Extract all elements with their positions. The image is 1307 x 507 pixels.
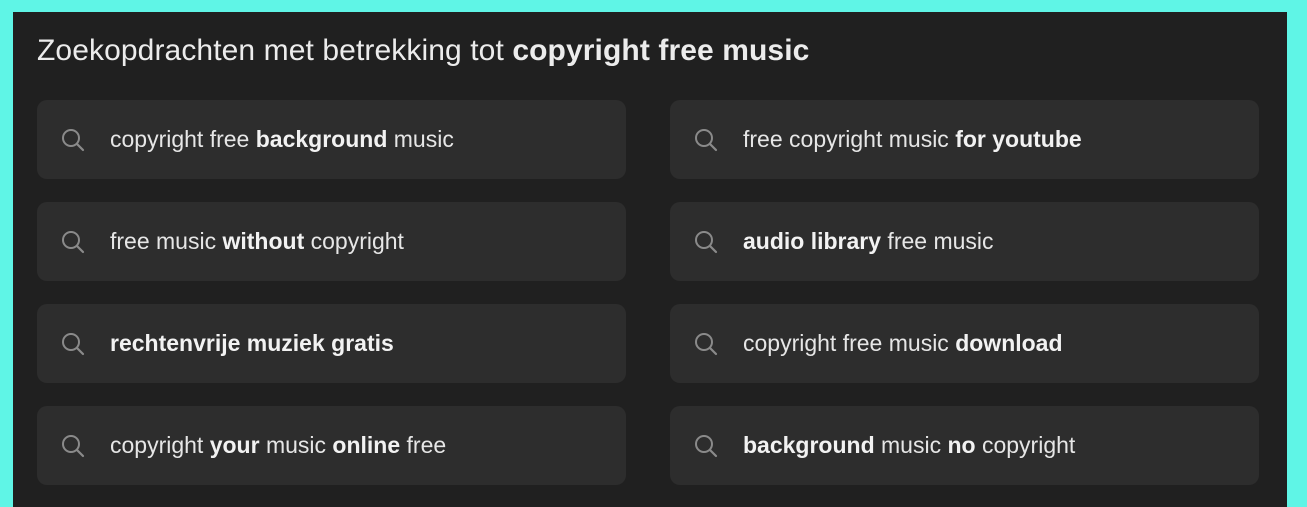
query-highlight-text: no [947, 432, 976, 458]
related-search-chip[interactable]: copyright free background music [37, 100, 626, 179]
related-search-label: rechtenvrije muziek gratis [110, 330, 394, 357]
query-text: free [400, 432, 447, 458]
related-search-chip[interactable]: free music without copyright [37, 202, 626, 281]
query-text: music [259, 432, 333, 458]
search-icon [693, 229, 719, 255]
query-text: music [874, 432, 948, 458]
query-highlight-text: background [743, 432, 875, 458]
related-search-chip[interactable]: copyright your music online free [37, 406, 626, 485]
related-searches-panel: Zoekopdrachten met betrekking tot copyri… [13, 12, 1287, 507]
query-highlight-text: online [332, 432, 401, 458]
related-search-chip[interactable]: background music no copyright [670, 406, 1259, 485]
related-search-label: background music no copyright [743, 432, 1075, 459]
search-icon [693, 433, 719, 459]
query-highlight-text: rechtenvrije muziek gratis [110, 330, 394, 356]
search-icon [60, 433, 86, 459]
query-text: copyright free [110, 126, 256, 152]
heading-prefix: Zoekopdrachten met betrekking tot [37, 34, 513, 67]
search-icon [60, 331, 86, 357]
query-text: copyright free music [743, 330, 956, 356]
related-search-label: copyright free music download [743, 330, 1063, 357]
query-text: free music [881, 228, 994, 254]
related-search-label: free copyright music for youtube [743, 126, 1082, 153]
related-search-chip[interactable]: copyright free music download [670, 304, 1259, 383]
related-search-chip[interactable]: free copyright music for youtube [670, 100, 1259, 179]
query-highlight-text: background [255, 126, 388, 152]
search-icon [693, 127, 719, 153]
related-search-label: free music without copyright [110, 228, 404, 255]
query-highlight-text: without [222, 228, 305, 254]
query-text: free music [110, 228, 223, 254]
query-text: music [387, 126, 454, 152]
related-search-chip[interactable]: audio library free music [670, 202, 1259, 281]
query-highlight-text: download [955, 330, 1063, 356]
heading-query: copyright free music [512, 34, 810, 67]
query-highlight-text: audio library [743, 228, 882, 254]
related-search-label: audio library free music [743, 228, 994, 255]
related-searches-grid: copyright free background music free cop… [37, 100, 1259, 485]
related-searches-heading: Zoekopdrachten met betrekking tot copyri… [37, 34, 809, 68]
query-highlight-text: for youtube [955, 126, 1082, 152]
related-search-chip[interactable]: rechtenvrije muziek gratis [37, 304, 626, 383]
search-icon [693, 331, 719, 357]
related-search-label: copyright your music online free [110, 432, 446, 459]
query-highlight-text: your [209, 432, 260, 458]
query-text: copyright [975, 432, 1076, 458]
related-search-label: copyright free background music [110, 126, 454, 153]
query-text: free copyright music [743, 126, 956, 152]
query-text: copyright [304, 228, 404, 254]
query-text: copyright [110, 432, 210, 458]
search-icon [60, 127, 86, 153]
search-icon [60, 229, 86, 255]
